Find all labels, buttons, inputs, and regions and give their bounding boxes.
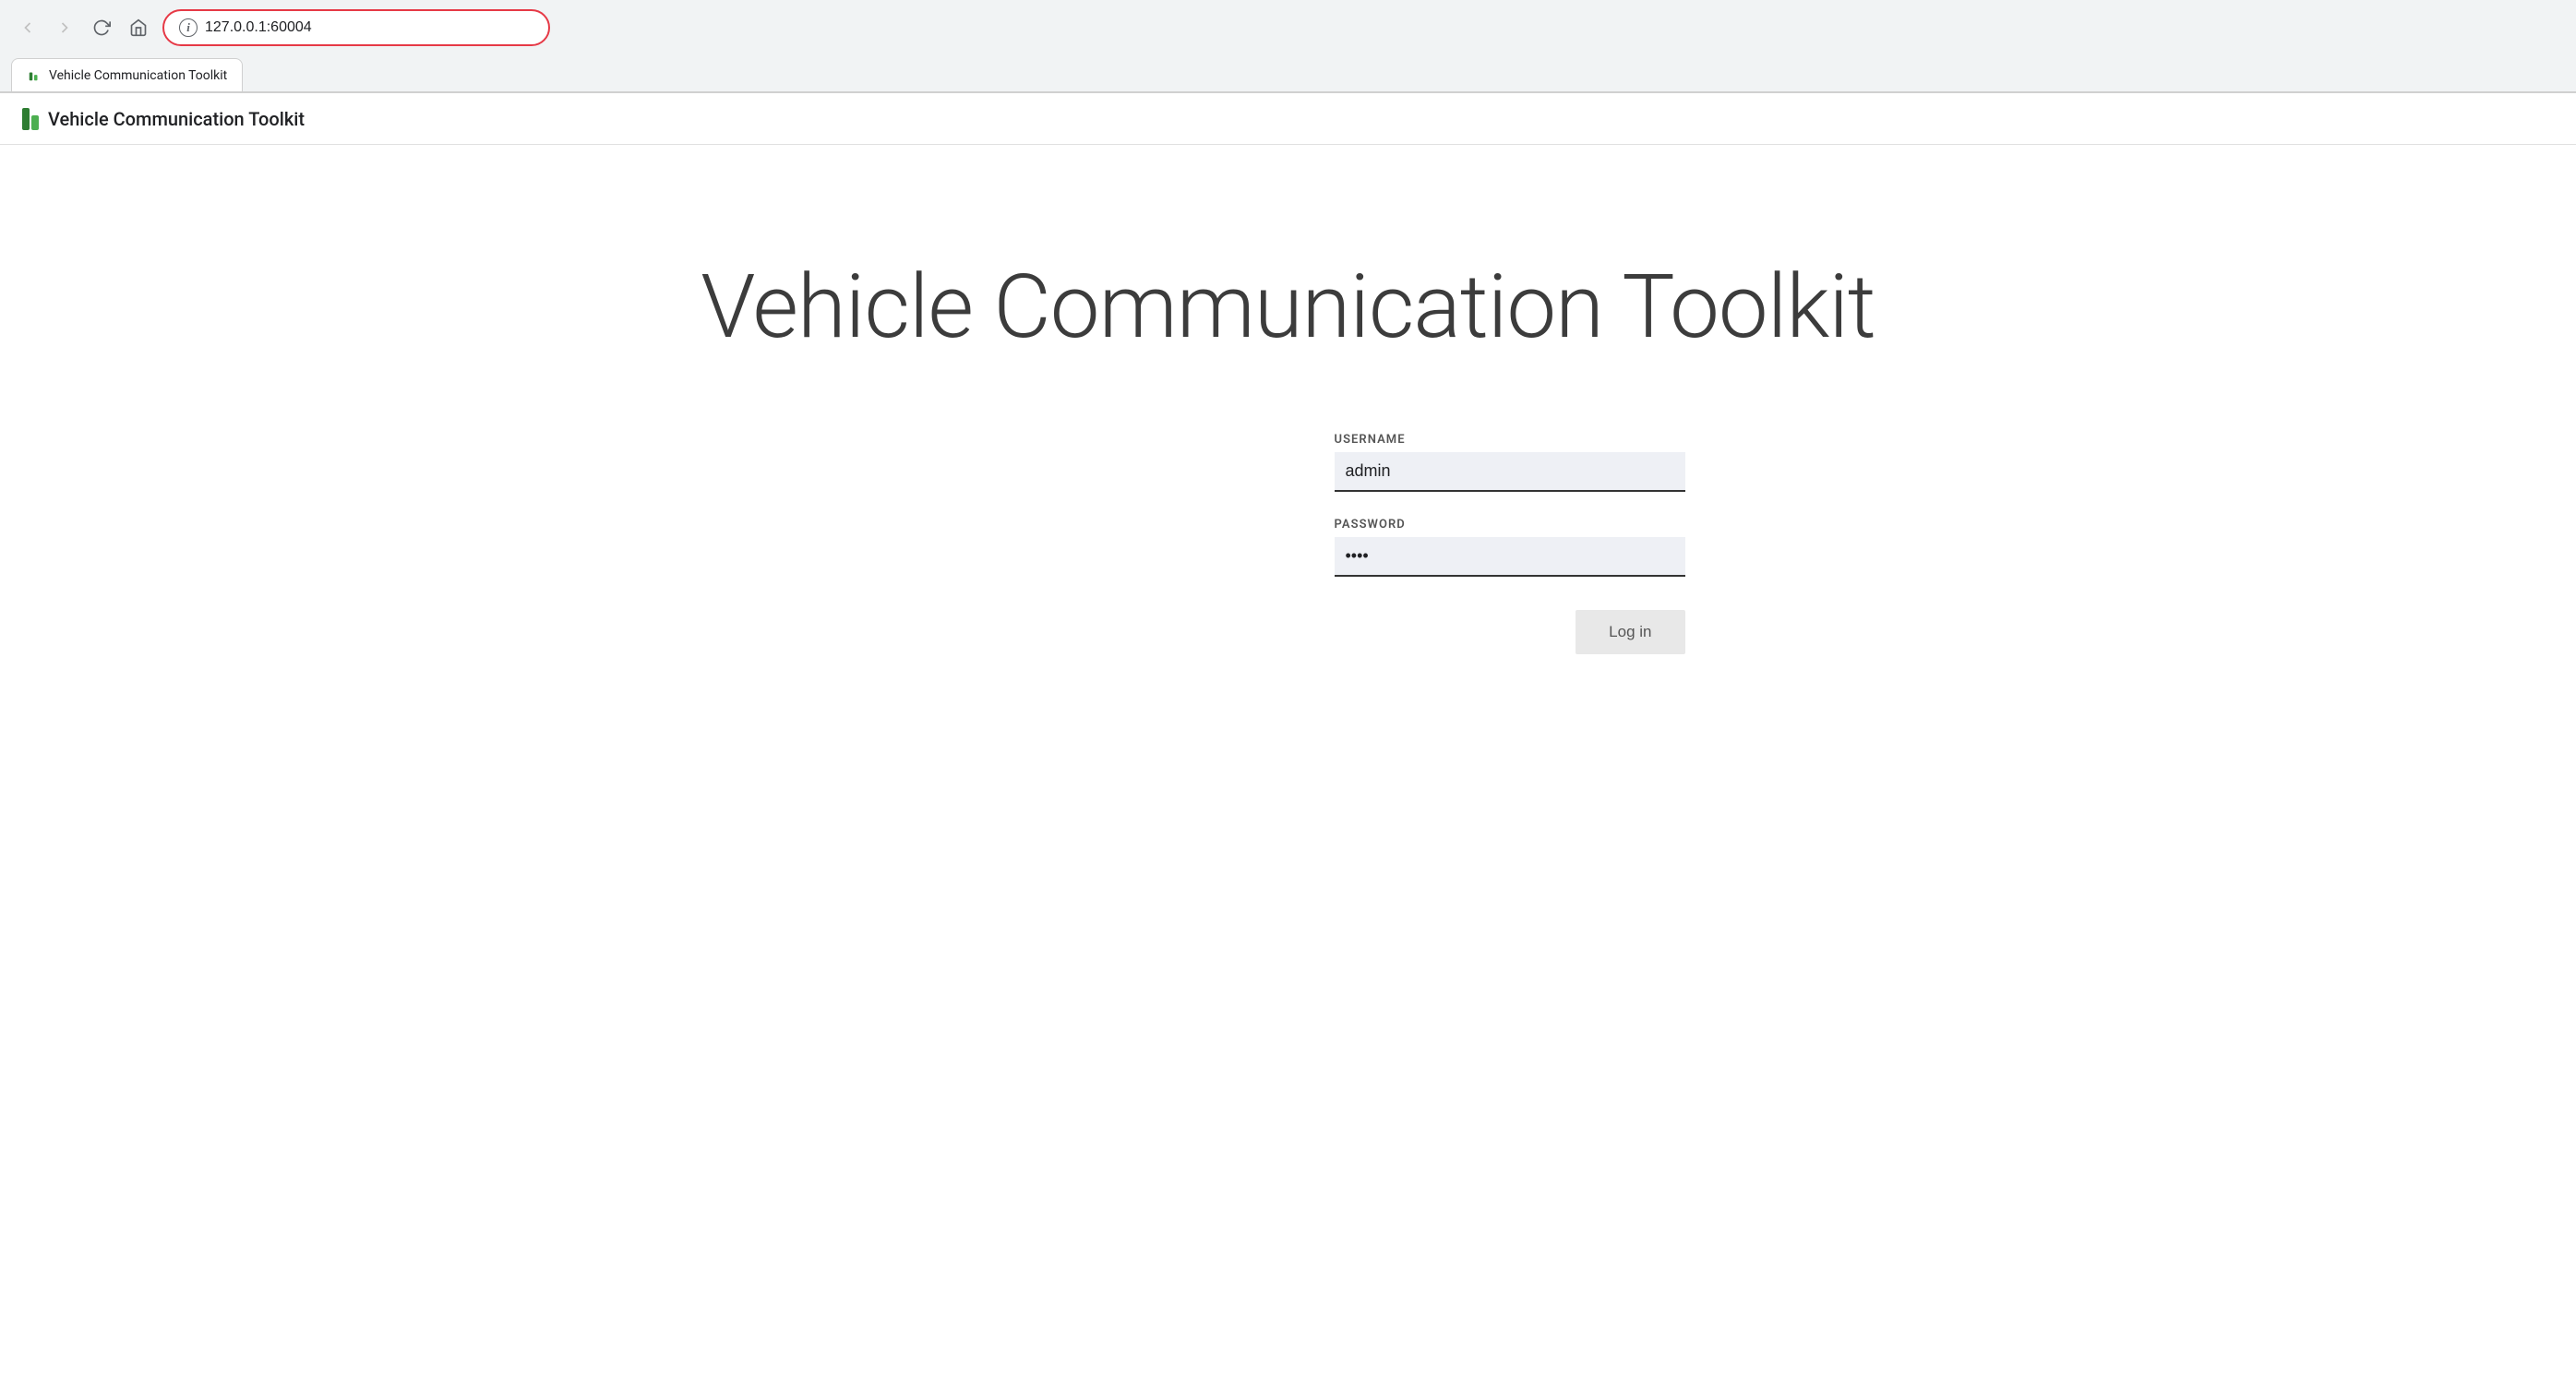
- login-form: USERNAME PASSWORD Log in: [1335, 433, 1685, 654]
- forward-button[interactable]: [48, 11, 81, 44]
- password-input[interactable]: [1335, 537, 1685, 577]
- address-bar[interactable]: i 127.0.0.1:60004: [162, 9, 550, 46]
- app-navbar: Vehicle Communication Toolkit: [0, 93, 2576, 145]
- nav-buttons: [11, 11, 155, 44]
- password-label: PASSWORD: [1335, 518, 1685, 532]
- logo-bar-right: [31, 115, 39, 130]
- app-logo: Vehicle Communication Toolkit: [22, 108, 305, 130]
- password-field-group: PASSWORD: [1335, 518, 1685, 577]
- tab-title: Vehicle Communication Toolkit: [49, 68, 227, 83]
- tab-bar: Vehicle Communication Toolkit: [0, 55, 2576, 92]
- username-label: USERNAME: [1335, 433, 1685, 447]
- login-button[interactable]: Log in: [1576, 610, 1684, 654]
- browser-chrome: i 127.0.0.1:60004 Vehicle Communication …: [0, 0, 2576, 93]
- browser-toolbar: i 127.0.0.1:60004: [0, 0, 2576, 55]
- page-title: Vehicle Communication Toolkit: [701, 256, 1875, 359]
- tab-favicon: [27, 68, 42, 83]
- logo-icon: [22, 108, 39, 130]
- address-text: 127.0.0.1:60004: [205, 19, 312, 36]
- main-content: Vehicle Communication Toolkit USERNAME P…: [0, 145, 2576, 1374]
- username-input[interactable]: [1335, 452, 1685, 492]
- active-tab[interactable]: Vehicle Communication Toolkit: [11, 58, 243, 91]
- home-button[interactable]: [122, 11, 155, 44]
- reload-button[interactable]: [85, 11, 118, 44]
- app-navbar-title: Vehicle Communication Toolkit: [48, 108, 305, 130]
- back-button[interactable]: [11, 11, 44, 44]
- security-info-icon[interactable]: i: [179, 18, 198, 37]
- logo-bar-left: [22, 108, 30, 130]
- username-field-group: USERNAME: [1335, 433, 1685, 492]
